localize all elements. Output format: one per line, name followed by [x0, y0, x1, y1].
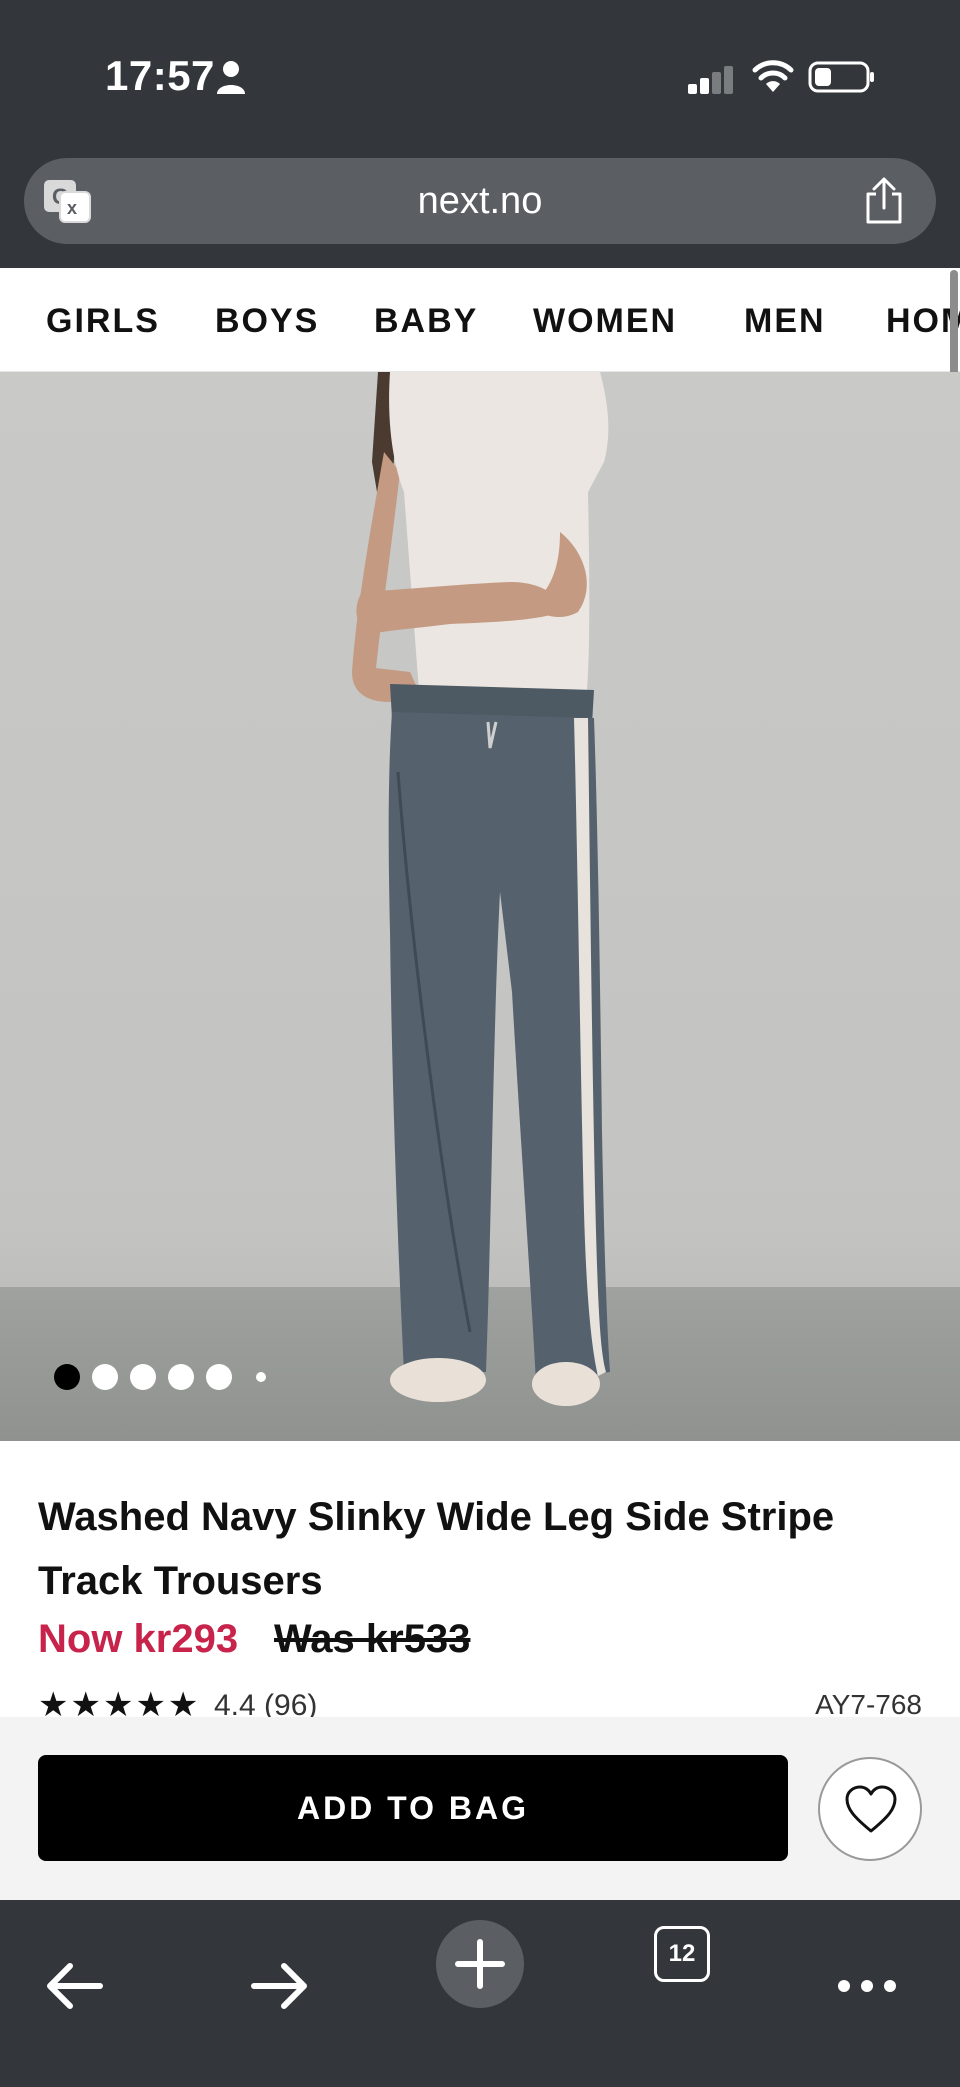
more-icon[interactable] [822, 1934, 912, 2024]
favourite-button[interactable] [818, 1757, 922, 1861]
person-icon [217, 61, 245, 94]
share-icon[interactable] [862, 176, 906, 226]
new-tab-button[interactable] [436, 1920, 524, 2008]
browser-bottom-toolbar: 12 [0, 1900, 960, 2087]
gallery-dot[interactable] [130, 1364, 156, 1390]
nav-item-girls[interactable]: GIRLS [46, 302, 160, 341]
plus-icon [455, 1939, 505, 1989]
url-text[interactable]: next.no [24, 180, 936, 223]
nav-item-home[interactable]: HOME [886, 302, 960, 341]
nav-item-women[interactable]: WOMEN [533, 302, 677, 341]
rating-row[interactable]: ★★★★★ 4.4 (96) AY7-768 [38, 1685, 922, 1717]
product-sku: AY7-768 [815, 1689, 922, 1717]
star-rating-icon: ★★★★★ [38, 1686, 201, 1717]
nav-item-baby[interactable]: BABY [374, 302, 478, 341]
gallery-dot-active[interactable] [54, 1364, 80, 1390]
model-illustration [352, 372, 610, 1406]
browser-top-chrome: 17:57 G x next.n [0, 0, 960, 268]
gallery-dot[interactable] [92, 1364, 118, 1390]
product-title: Washed Navy Slinky Wide Leg Side Stripe … [38, 1495, 835, 1603]
nav-item-boys[interactable]: BOYS [215, 302, 319, 341]
page: 17:57 G x next.n [0, 0, 960, 2087]
heart-icon [845, 1785, 897, 1833]
gallery-dot[interactable] [168, 1364, 194, 1390]
gallery-dot-small[interactable] [256, 1372, 266, 1382]
category-nav: GIRLS BOYS BABY WOMEN MEN HOME [0, 268, 960, 372]
forward-arrow-icon[interactable] [234, 1934, 324, 2024]
product-image[interactable] [0, 372, 960, 1441]
tabs-icon[interactable]: 12 [654, 1926, 710, 1982]
back-arrow-icon[interactable] [30, 1934, 120, 2024]
gallery-dot[interactable] [206, 1364, 232, 1390]
product-info: Washed Navy Slinky Wide Leg Side Stripe … [0, 1441, 960, 1717]
add-to-bag-bar: ADD TO BAG [0, 1717, 960, 1900]
signal-icon [688, 66, 733, 94]
status-time: 17:57 [105, 52, 215, 99]
rating-text[interactable]: 4.4 (96) [214, 1689, 317, 1717]
battery-icon [808, 61, 874, 93]
address-bar[interactable]: G x next.no [24, 158, 936, 244]
price-now: Now kr293 [38, 1617, 239, 1661]
nav-item-men[interactable]: MEN [744, 302, 826, 341]
wifi-icon [752, 60, 794, 92]
add-to-bag-button[interactable]: ADD TO BAG [38, 1755, 788, 1861]
price-was: Was kr533 [274, 1617, 471, 1661]
